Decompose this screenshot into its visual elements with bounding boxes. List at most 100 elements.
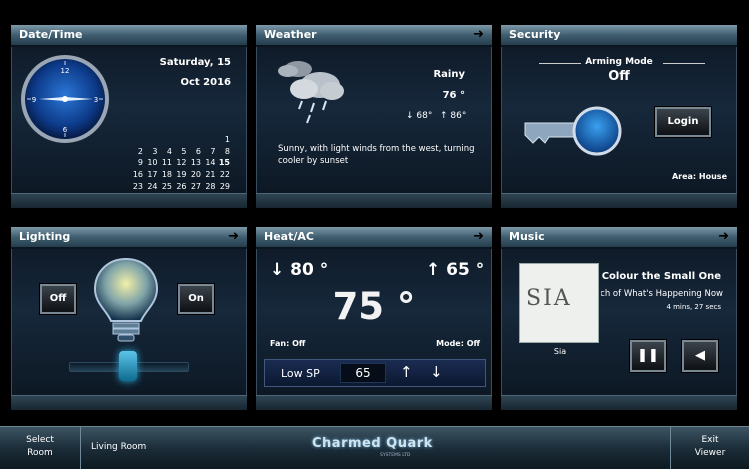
calendar-day: 18 <box>161 170 172 180</box>
up-arrow-icon: ↑ <box>440 111 448 121</box>
track-title: ch of What's Happening Now <box>601 289 723 299</box>
date-line1: Saturday, 15 <box>159 57 231 68</box>
calendar-day: 8 <box>224 146 230 156</box>
calendar-day: 20 <box>190 170 201 180</box>
lighting-footer <box>11 395 247 410</box>
datetime-footer <box>11 193 247 208</box>
calendar-day: 14 <box>205 158 216 168</box>
music-footer <box>501 395 737 410</box>
weather-panel: Weather ➜ Rainy 76 ° ↓ 68° ↑ 86° Sunny, … <box>256 25 492 208</box>
calendar-day: 7 <box>210 146 216 156</box>
current-temperature: 75 ° <box>332 285 416 328</box>
select-room-line1: Select <box>26 435 54 445</box>
calendar-day: 10 <box>147 158 158 168</box>
track-duration: 4 mins, 27 secs <box>666 303 721 311</box>
heat-high: ↑ 65 ° <box>426 260 484 280</box>
bottom-bar: Select Room Living Room Charmed Quark SY… <box>0 426 749 469</box>
lighting-title: Lighting <box>19 230 71 243</box>
security-header: Security <box>501 25 737 47</box>
calendar-day: 24 <box>147 181 158 191</box>
heatac-arrow-icon[interactable]: ➜ <box>473 229 484 244</box>
exit-viewer-button[interactable]: Exit Viewer <box>670 427 749 469</box>
security-footer <box>501 193 737 208</box>
heatac-title: Heat/AC <box>264 230 314 243</box>
calendar-day: 13 <box>190 158 201 168</box>
calendar-day: 2 <box>137 146 143 156</box>
weather-arrow-icon[interactable]: ➜ <box>473 27 484 42</box>
heatac-panel: Heat/AC ➜ ↓ 80 ° ↑ 65 ° 75 ° Fan: Off Mo… <box>256 227 492 410</box>
weather-temperature: 76 ° <box>442 90 465 101</box>
calendar-day: 15 <box>218 158 230 168</box>
exit-line1: Exit <box>701 435 719 445</box>
calendar-day: 21 <box>205 170 216 180</box>
artist-name: Sia <box>553 347 567 356</box>
calendar-day: 11 <box>161 158 172 168</box>
track-marquee: ch of What's Happening Now <box>601 289 723 299</box>
lighting-arrow-icon[interactable]: ➜ <box>228 229 239 244</box>
up-arrow-icon: ↑ <box>426 260 441 280</box>
heatac-header: Heat/AC ➜ <box>256 227 492 249</box>
calendar-day: 4 <box>166 146 172 156</box>
calendar-day: 25 <box>161 181 172 191</box>
heatac-footer <box>256 395 492 410</box>
speaker-icon: ◀ <box>695 348 705 363</box>
calendar-day: 9 <box>137 158 143 168</box>
analog-clock: 12 3 6 9 <box>21 55 109 143</box>
album-art-text: SIA <box>526 286 572 311</box>
setpoint-down-button[interactable]: ↓ <box>430 363 443 381</box>
light-off-button[interactable]: Off <box>40 284 76 314</box>
security-area: Area: House <box>671 172 727 181</box>
weather-condition: Rainy <box>433 69 465 80</box>
weather-title: Weather <box>264 28 317 41</box>
weather-footer <box>256 193 492 208</box>
weather-header: Weather ➜ <box>256 25 492 47</box>
song-title: Colour the Small One <box>601 271 721 282</box>
clock-9: 9 <box>32 96 36 104</box>
datetime-title: Date/Time <box>19 28 83 41</box>
setpoint-label: Low SP <box>281 367 320 380</box>
rain-cloud-icon <box>278 61 344 124</box>
arming-mode-label: Arming Mode <box>585 57 653 67</box>
music-arrow-icon[interactable]: ➜ <box>718 229 729 244</box>
light-bulb-icon <box>93 257 159 342</box>
clock-12: 12 <box>61 67 70 75</box>
select-room-button[interactable]: Select Room <box>0 427 81 469</box>
light-dimmer-knob[interactable] <box>119 351 137 381</box>
calendar-day: 6 <box>195 146 201 156</box>
calendar-day: 12 <box>176 158 187 168</box>
music-panel: Music ➜ SIA Sia Colour the Small One ch … <box>501 227 737 410</box>
heat-low-value: 80 ° <box>290 260 329 280</box>
date-line2: Oct 2016 <box>180 77 231 88</box>
security-panel: Security Arming Mode Off Login Area: Hou… <box>501 25 737 208</box>
weather-description: Sunny, with light winds from the west, t… <box>278 144 475 166</box>
logo: Charmed Quark <box>312 436 433 451</box>
setpoint-up-button[interactable]: ↑ <box>400 363 413 381</box>
calendar-day: 5 <box>181 146 187 156</box>
down-arrow-icon: ↓ <box>406 111 414 121</box>
login-button[interactable]: Login <box>655 107 711 137</box>
music-title: Music <box>509 230 545 243</box>
calendar-day: 29 <box>219 181 230 191</box>
datetime-header: Date/Time <box>11 25 247 47</box>
calendar-day: 28 <box>205 181 216 191</box>
weather-low-value: 68° <box>416 111 433 121</box>
lighting-panel: Lighting ➜ Off On <box>11 227 247 410</box>
key-icon <box>524 106 622 156</box>
volume-button[interactable]: ◀ <box>682 340 718 372</box>
calendar-day: 27 <box>190 181 201 191</box>
light-on-button[interactable]: On <box>178 284 214 314</box>
weather-high-value: 86° <box>450 111 467 121</box>
music-header: Music ➜ <box>501 227 737 249</box>
calendar-day: 1 <box>224 135 230 144</box>
exit-line2: Viewer <box>694 448 726 458</box>
arming-mode-value: Off <box>608 69 630 84</box>
logo-subtitle: SYSTEMS LTD <box>380 453 411 458</box>
calendar-day: 22 <box>219 170 230 180</box>
calendar-day: 26 <box>176 181 187 191</box>
heat-high-value: 65 ° <box>446 260 485 280</box>
calendar-day: 17 <box>147 170 158 180</box>
weather-high: ↑ 86° <box>440 111 466 121</box>
mode-status: Mode: Off <box>436 339 480 348</box>
weather-low: ↓ 68° <box>406 111 432 121</box>
pause-button[interactable]: ❚❚ <box>630 340 666 372</box>
